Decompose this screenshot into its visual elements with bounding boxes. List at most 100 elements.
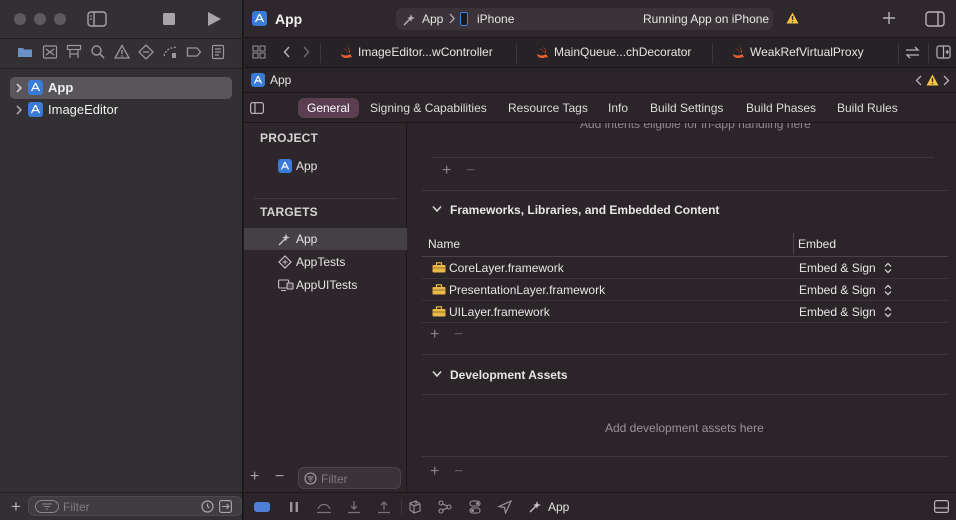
add-intent-button[interactable]: + [442,162,451,180]
development-assets-title[interactable]: Development Assets [450,368,568,382]
remove-framework-button: − [454,326,464,343]
file-tab-label: WeakRefVirtualProxy [750,45,864,59]
tree-item-imageeditor[interactable]: ImageEditor [10,99,232,121]
chevron-right-icon [449,13,455,24]
related-items-icon[interactable] [252,45,266,59]
tab-build-phases[interactable]: Build Phases [737,98,825,118]
frameworks-section-title[interactable]: Frameworks, Libraries, and Embedded Cont… [450,203,719,217]
environment-overrides-icon[interactable] [467,500,483,514]
breakpoint-navigator-icon[interactable] [186,44,202,60]
forward-icon[interactable] [302,46,310,58]
tree-item-app[interactable]: App [10,77,232,99]
framework-name: PresentationLayer.framework [449,283,606,297]
framework-name: CoreLayer.framework [449,261,564,275]
memory-graph-icon[interactable] [437,500,453,514]
xcode-project-icon [278,159,292,173]
chevron-down-icon[interactable] [432,370,442,378]
debug-process-name[interactable]: App [548,500,569,514]
report-navigator-icon[interactable] [210,44,226,60]
xcode-project-icon [252,11,267,26]
embed-popup[interactable]: Embed & Sign [799,283,876,297]
tab-signing-capabilities[interactable]: Signing & Capabilities [361,98,496,118]
tab-build-rules[interactable]: Build Rules [828,98,907,118]
pause-icon[interactable] [286,500,302,514]
target-item-app[interactable]: App [244,228,407,250]
debug-area-toggle-icon[interactable] [934,500,949,513]
warning-icon[interactable] [926,74,939,86]
framework-row[interactable]: UILayer.framework Embed & Sign [422,301,948,323]
back-icon[interactable] [283,46,291,58]
issue-navigator-icon[interactable] [114,44,130,60]
iphone-icon [460,12,468,26]
window-toolbar: App App iPhone Running App on iPhone [244,0,956,38]
tab-resource-tags[interactable]: Resource Tags [499,98,597,118]
chevron-down-icon[interactable] [432,205,442,213]
general-settings-content: Add intents eligible for in-app handling… [408,123,956,492]
folder-icon[interactable] [17,44,33,60]
filter-options-icon[interactable] [35,500,59,513]
editor-options-icon[interactable] [905,46,920,59]
step-into-icon[interactable] [346,500,362,514]
search-icon[interactable] [90,44,106,60]
embed-popup[interactable]: Embed & Sign [799,261,876,275]
stop-icon[interactable] [162,12,176,26]
activity-view[interactable]: App iPhone Running App on iPhone [396,8,773,30]
target-filter-field[interactable]: Filter [298,467,401,489]
chevron-right-icon[interactable] [15,82,23,94]
debug-navigator-icon[interactable] [162,44,178,60]
remove-target-button[interactable]: − [275,468,284,486]
popup-chevron-icon[interactable] [884,306,892,318]
split-editor-icon[interactable] [936,45,951,59]
symbol-navigator-icon[interactable] [66,44,82,60]
scheme-name[interactable]: App [422,12,443,26]
project-item-app[interactable]: App [244,155,407,177]
add-library-icon[interactable] [882,11,896,25]
add-file-button[interactable]: + [11,497,21,517]
add-target-button[interactable]: + [250,468,259,486]
framework-row[interactable]: PresentationLayer.framework Embed & Sign [422,279,948,301]
tab-info[interactable]: Info [599,98,637,118]
target-item-apptests[interactable]: AppTests [244,251,407,273]
breakpoints-toggle-icon[interactable] [254,502,270,512]
test-navigator-icon[interactable] [138,44,154,60]
embed-column-header[interactable]: Embed [798,237,836,251]
file-tab-label: ImageEditor...wController [358,45,493,59]
view-hierarchy-icon[interactable] [407,500,423,514]
next-issue-icon[interactable] [943,75,950,86]
navigator-filter-field[interactable]: Filter [28,496,242,516]
target-item-appuitests[interactable]: AppUITests [244,274,407,296]
popup-chevron-icon[interactable] [884,262,892,274]
jump-bar-crumb[interactable]: App [270,73,291,87]
zoom-window-button[interactable] [54,13,66,25]
step-out-icon[interactable] [376,500,392,514]
chevron-right-icon[interactable] [15,104,23,116]
run-icon[interactable] [206,11,222,27]
warning-icon[interactable] [786,12,799,24]
add-asset-button[interactable]: + [430,463,439,481]
project-editor-tabs: General Signing & Capabilities Resource … [244,93,956,123]
framework-row[interactable]: CoreLayer.framework Embed & Sign [422,257,948,279]
popup-chevron-icon[interactable] [884,284,892,296]
embed-popup[interactable]: Embed & Sign [799,305,876,319]
source-control-filter-icon[interactable] [219,500,232,513]
xcode-project-icon [28,80,43,95]
target-filter-placeholder: Filter [321,472,348,486]
project-list-toggle-icon[interactable] [250,102,264,114]
recent-files-icon[interactable] [201,500,214,513]
minimize-window-button[interactable] [34,13,46,25]
simulate-location-icon[interactable] [497,500,513,514]
source-control-icon[interactable] [42,44,58,60]
step-over-icon[interactable] [316,500,332,514]
close-window-button[interactable] [14,13,26,25]
tab-build-settings[interactable]: Build Settings [641,98,732,118]
name-column-header[interactable]: Name [428,237,460,251]
inspector-toggle-icon[interactable] [925,11,945,27]
swift-file-icon [340,46,353,59]
device-name[interactable]: iPhone [477,12,514,26]
previous-issue-icon[interactable] [915,75,922,86]
target-app-icon [402,11,418,27]
tab-general[interactable]: General [298,98,359,118]
file-tab-label: MainQueue...chDecorator [554,45,692,59]
sidebar-toggle-icon[interactable] [87,11,107,27]
add-framework-button[interactable]: + [430,326,439,344]
